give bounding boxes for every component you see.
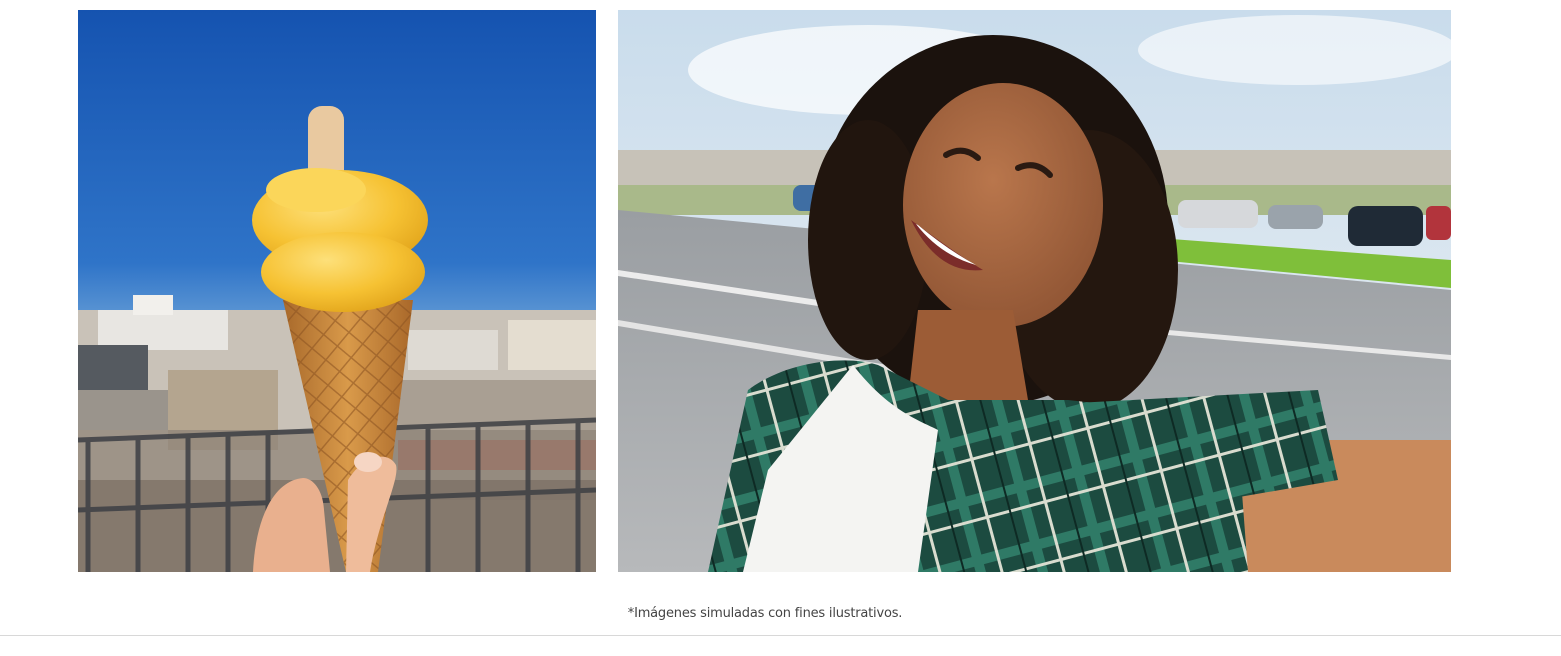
page: *Imágenes simuladas con fines ilustrativ… (0, 0, 1561, 656)
woman-selfie-photo (618, 10, 1451, 572)
ice-cream-cone-photo (78, 10, 596, 572)
ice-cream-illustration (78, 10, 596, 572)
selfie-illustration (618, 10, 1451, 572)
image-disclaimer-footnote: *Imágenes simuladas con fines ilustrativ… (627, 606, 903, 621)
section-divider (0, 635, 1561, 636)
